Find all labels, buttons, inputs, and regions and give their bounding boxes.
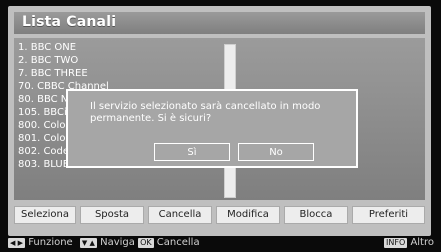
lock-button[interactable]: Blocca [284, 206, 348, 224]
delete-hint-label: Cancella [156, 237, 200, 248]
channel-item[interactable]: 7. BBC THREE [18, 68, 88, 80]
channel-item[interactable]: 105. BBCi [18, 107, 67, 119]
info-key-icon: INFO [384, 237, 408, 248]
select-button[interactable]: Seleziona [14, 206, 76, 224]
favorites-button[interactable]: Preferiti [352, 206, 425, 224]
title-bar: Lista Canali [14, 12, 425, 34]
navigate-hint-label: Naviga [100, 237, 135, 248]
function-hint-label: Funzione [28, 237, 73, 248]
more-hint-label: Altro [410, 237, 434, 248]
delete-confirm-dialog: Il servizio selezionato sarà cancellato … [66, 89, 358, 168]
footer-help-bar: ◀ ▶ Funzione ▼ ▲ Naviga OK Cancella INFO… [8, 237, 434, 251]
channel-item[interactable]: 2. BBC TWO [18, 55, 78, 67]
function-button-bar: Seleziona Sposta Cancella Modifica Blocc… [14, 206, 425, 226]
info-hint: INFO Altro [384, 237, 434, 249]
up-down-keys-icon: ▼ ▲ [79, 237, 97, 248]
dialog-message: Il servizio selezionato sarà cancellato … [90, 101, 321, 124]
no-button[interactable]: No [238, 143, 314, 161]
edit-button[interactable]: Modifica [216, 206, 280, 224]
delete-button[interactable]: Cancella [148, 206, 212, 224]
ok-key-icon: OK [138, 237, 154, 248]
channel-item[interactable]: 1. BBC ONE [18, 42, 76, 54]
left-right-keys-icon: ◀ ▶ [8, 237, 25, 248]
move-button[interactable]: Sposta [80, 206, 144, 224]
tv-screen: Lista Canali 1. BBC ONE 2. BBC TWO 7. BB… [0, 0, 441, 252]
yes-button[interactable]: Sì [154, 143, 230, 161]
panel-title: Lista Canali [22, 14, 117, 30]
